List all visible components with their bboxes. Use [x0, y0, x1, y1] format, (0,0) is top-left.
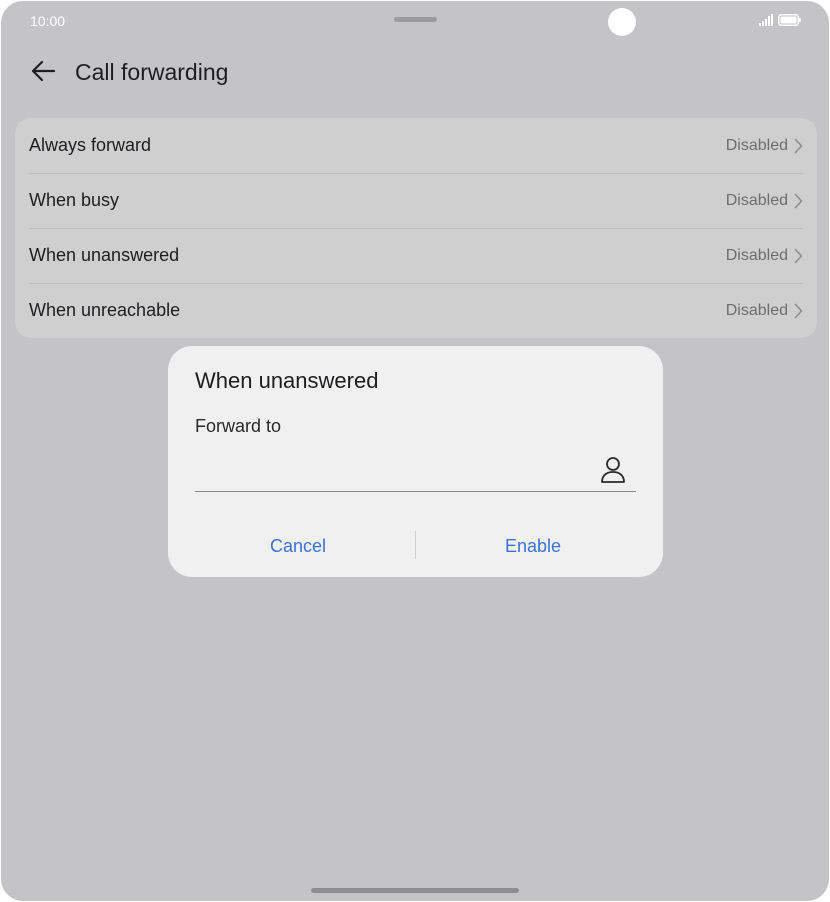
dialog-actions: Cancel Enable — [168, 526, 663, 566]
chevron-right-icon — [794, 138, 803, 154]
chevron-right-icon — [794, 248, 803, 264]
forward-dialog: When unanswered Forward to Cancel Enable — [168, 346, 663, 577]
back-button[interactable] — [27, 57, 59, 89]
status-icons — [759, 14, 801, 26]
row-status-group: Disabled — [726, 137, 803, 155]
camera-cutout — [608, 8, 636, 36]
arrow-left-icon — [30, 60, 56, 87]
chevron-right-icon — [794, 303, 803, 319]
chevron-right-icon — [794, 193, 803, 209]
row-status: Disabled — [725, 301, 788, 319]
always-forward-row[interactable]: Always forward Disabled — [15, 118, 817, 173]
when-unanswered-row[interactable]: When unanswered Disabled — [15, 228, 817, 283]
when-busy-row[interactable]: When busy Disabled — [15, 173, 817, 228]
forwarding-options-list: Always forward Disabled When busy Disabl… — [15, 118, 817, 338]
status-bar: 10:00 — [1, 1, 829, 41]
input-underline — [195, 491, 636, 492]
device-screen: 10:00 Call forwarding Always forward Dis… — [1, 1, 829, 901]
row-status: Disabled — [725, 136, 788, 154]
row-status-group: Disabled — [726, 247, 803, 265]
row-label: Always forward — [29, 135, 152, 155]
action-divider — [415, 531, 416, 559]
signal-icon — [759, 14, 773, 26]
row-label: When unanswered — [29, 245, 180, 265]
row-status-group: Disabled — [726, 192, 803, 210]
battery-icon — [778, 14, 801, 26]
page-title: Call forwarding — [75, 59, 229, 85]
forward-number-input[interactable] — [195, 450, 595, 486]
person-icon — [600, 456, 626, 484]
row-label: When busy — [29, 190, 120, 210]
app-header: Call forwarding — [1, 51, 829, 95]
enable-button[interactable]: Enable — [433, 526, 633, 566]
home-indicator[interactable] — [311, 888, 519, 893]
cancel-button[interactable]: Cancel — [198, 526, 398, 566]
choose-contact-button[interactable] — [600, 456, 626, 484]
status-time: 10:00 — [30, 13, 66, 29]
row-status: Disabled — [725, 191, 788, 209]
top-handle — [394, 17, 437, 22]
row-label: When unreachable — [29, 300, 181, 320]
dialog-title: When unanswered — [195, 368, 379, 393]
row-status: Disabled — [725, 246, 788, 264]
row-status-group: Disabled — [726, 302, 803, 320]
forward-to-label: Forward to — [195, 416, 282, 436]
when-unreachable-row[interactable]: When unreachable Disabled — [15, 283, 817, 338]
